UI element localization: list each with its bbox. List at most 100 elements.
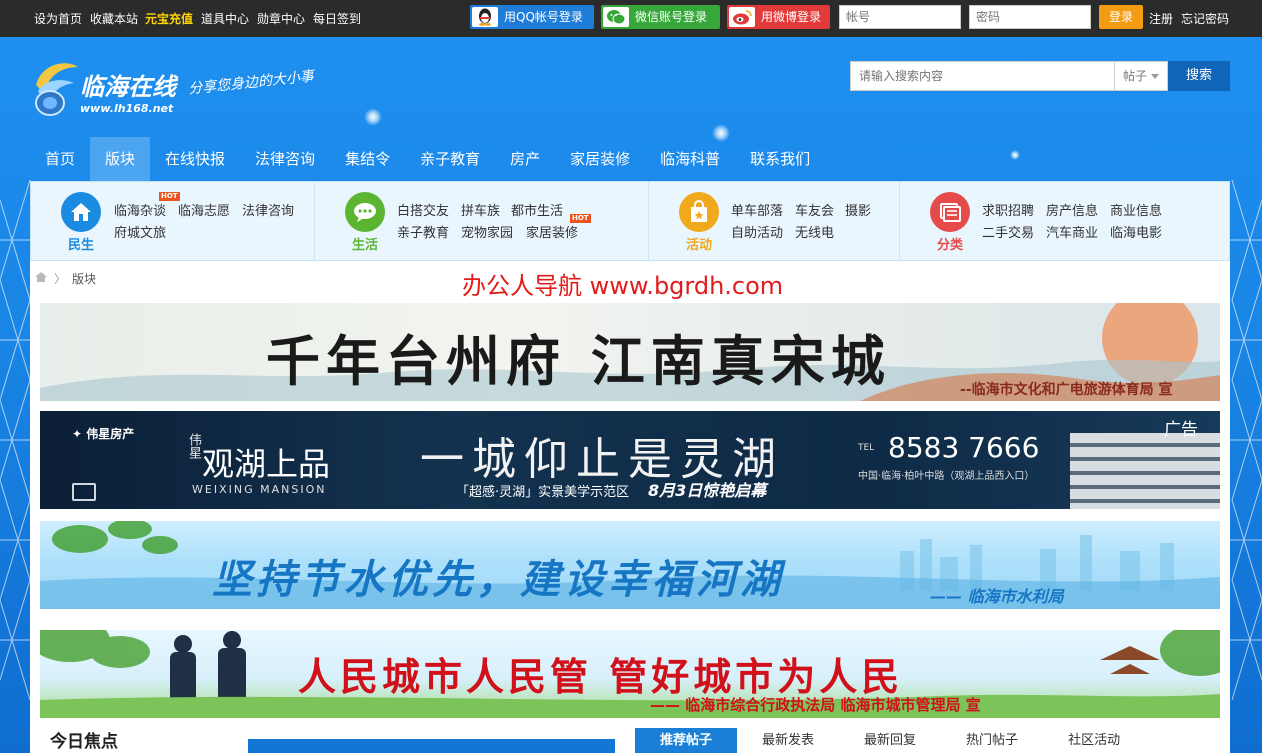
address-text: 中国·临海·柏叶中路（观湖上品西入口） [858, 471, 1035, 482]
forum-link[interactable]: 白搭交友 [397, 200, 449, 219]
project-name: 观湖上品 [202, 445, 331, 483]
forum-link[interactable]: 都市生活 [511, 200, 563, 219]
account-input[interactable] [839, 5, 961, 29]
forum-link[interactable]: 拼车族 [461, 200, 500, 219]
brand-logo-icon: ✦ [72, 427, 87, 441]
project-tag: 伟星 [186, 433, 201, 459]
forum-link[interactable]: 亲子教育 [397, 222, 449, 241]
forum-link[interactable]: 临海杂谈 [114, 200, 166, 219]
register-link[interactable]: 注册 [1149, 10, 1173, 27]
chat-icon[interactable] [345, 192, 385, 232]
weibo-login-button[interactable]: 用微博登录 [727, 5, 830, 29]
breadcrumb-current: 版块 [72, 272, 97, 286]
nav-item-legal[interactable]: 法律咨询 [240, 137, 330, 181]
building-image [1070, 433, 1220, 509]
forum-link[interactable]: 自助活动 [731, 222, 783, 241]
nav-item-assembly[interactable]: 集结令 [330, 137, 405, 181]
search-type-select[interactable]: 帖子 [1114, 61, 1168, 91]
recharge-link[interactable]: 元宝充值 [145, 10, 193, 27]
forum-link[interactable]: 摄影 [845, 200, 871, 219]
nav-item-science[interactable]: 临海科普 [645, 137, 735, 181]
wechat-login-button[interactable]: 微信账号登录 [601, 5, 720, 29]
forum-link[interactable]: 临海电影 [1110, 222, 1162, 241]
forgot-password-link[interactable]: 忘记密码 [1181, 10, 1229, 27]
logo-text: 临海在线 [80, 72, 176, 101]
nav-item-news[interactable]: 在线快报 [150, 137, 240, 181]
chevron-right-icon: 〉 [54, 272, 67, 286]
ad-banner-city[interactable]: 人民城市人民管 管好城市为人民 —— 临海市综合行政执法局 临海市城市管理局 宣 [40, 630, 1220, 718]
weibo-login-label: 用微博登录 [761, 10, 822, 24]
tab-events[interactable]: 社区活动 [1043, 728, 1145, 753]
banner-subtitle: —— 临海市水利局 [930, 587, 1064, 606]
hot-badge: HOT [159, 192, 180, 201]
forum-link[interactable]: 二手交易 [982, 222, 1034, 241]
home-icon[interactable] [61, 192, 101, 232]
bookmark-link[interactable]: 收藏本站 [90, 10, 138, 27]
tab-hot[interactable]: 热门帖子 [941, 728, 1043, 753]
medal-center-link[interactable]: 勋章中心 [257, 10, 305, 27]
qq-login-label: 用QQ帐号登录 [504, 10, 583, 24]
qq-icon [472, 7, 498, 27]
search-button[interactable]: 搜索 [1168, 61, 1230, 91]
category-title: 分类 [936, 238, 963, 253]
project-name-en: WEIXING MANSION [192, 483, 327, 496]
tel-label: TEL [858, 443, 875, 453]
tab-latest-reply[interactable]: 最新回复 [839, 728, 941, 753]
main-nav: 首页 版块 在线快报 法律咨询 集结令 亲子教育 房产 家居装修 临海科普 联系… [30, 137, 1230, 181]
forum-link[interactable]: 家居装修 [526, 222, 578, 241]
main-content: 〉 版块 办公人导航 www.bgrdh.com 千年台州府 江南真宋城 --临… [30, 261, 1230, 753]
nav-item-home[interactable]: 首页 [30, 137, 90, 181]
forum-link[interactable]: 房产信息 [1046, 200, 1098, 219]
focus-slider[interactable] [248, 739, 615, 753]
site-logo[interactable]: 临海在线 www.lh168.net 分享您身边的大小事 [30, 57, 350, 121]
banner-title: 千年台州府 江南真宋城 [266, 329, 891, 393]
category-title: 活动 [685, 238, 712, 253]
forum-link[interactable]: 求职招聘 [982, 200, 1034, 219]
wechat-icon [603, 7, 629, 27]
login-button[interactable]: 登录 [1099, 5, 1143, 29]
forum-link[interactable]: 单车部落 [731, 200, 783, 219]
home-icon[interactable] [34, 271, 48, 286]
props-center-link[interactable]: 道具中心 [201, 10, 249, 27]
nav-item-parenting[interactable]: 亲子教育 [405, 137, 495, 181]
ad-banner-realestate[interactable]: ✦ 伟星房产 伟星 观湖上品 WEIXING MANSION 一城仰止是灵湖 「… [40, 411, 1220, 509]
today-focus-title: 今日焦点 [50, 732, 118, 752]
post-tabs: 推荐帖子 最新发表 最新回复 热门帖子 社区活动 [635, 728, 1145, 753]
forum-link[interactable]: 车友会 [795, 200, 834, 219]
forum-link[interactable]: 法律咨询 [242, 200, 294, 219]
category-title: 生活 [351, 238, 378, 253]
logo-slogan: 分享您身边的大小事 [187, 68, 315, 98]
forum-link[interactable]: 宠物家园 [461, 222, 513, 241]
daily-checkin-link[interactable]: 每日签到 [313, 10, 361, 27]
password-input[interactable] [969, 5, 1091, 29]
category-livelihood: 民生 临海杂谈 HOT 临海志愿 法律咨询 府城文旅 [31, 182, 314, 260]
search-input[interactable] [850, 61, 1115, 91]
ad-label: 广告 [1164, 420, 1198, 440]
tab-recommended[interactable]: 推荐帖子 [635, 728, 738, 753]
category-panel: 民生 临海杂谈 HOT 临海志愿 法律咨询 府城文旅 生活 白搭交友 拼车族 都… [30, 181, 1230, 261]
set-homepage-link[interactable]: 设为首页 [34, 10, 82, 27]
forum-link[interactable]: 商业信息 [1110, 200, 1162, 219]
banner-brand: ✦ 伟星房产 [72, 425, 134, 442]
bag-icon[interactable] [679, 192, 719, 232]
ad-banner-water[interactable]: 坚持节水优先，建设幸福河湖 —— 临海市水利局 [40, 521, 1220, 609]
nav-item-realestate[interactable]: 房产 [495, 137, 555, 181]
forum-link[interactable]: 无线电 [795, 222, 834, 241]
nav-item-decoration[interactable]: 家居装修 [555, 137, 645, 181]
breadcrumb: 〉 版块 [34, 270, 96, 287]
forum-link[interactable]: 府城文旅 [114, 222, 166, 241]
search-bar: 帖子 搜索 [850, 61, 1230, 91]
tab-latest[interactable]: 最新发表 [737, 728, 839, 753]
banner-subtitle: --临海市文化和广电旅游体育局 宣 [960, 382, 1173, 398]
list-icon[interactable] [930, 192, 970, 232]
nav-item-forums[interactable]: 版块 [90, 137, 151, 181]
weibo-icon [729, 7, 755, 27]
banner-title: 坚持节水优先，建设幸福河湖 [212, 557, 784, 603]
ad-banner-culture[interactable]: 千年台州府 江南真宋城 --临海市文化和广电旅游体育局 宣 [40, 303, 1220, 401]
chevron-down-icon [1151, 74, 1159, 79]
nav-item-contact[interactable]: 联系我们 [735, 137, 825, 181]
forum-link[interactable]: 临海志愿 [178, 200, 230, 219]
forum-link[interactable]: 汽车商业 [1046, 222, 1098, 241]
category-life: 生活 白搭交友 拼车族 都市生活 亲子教育 宠物家园 HOT 家居装修 [315, 182, 648, 260]
qq-login-button[interactable]: 用QQ帐号登录 [470, 5, 594, 29]
